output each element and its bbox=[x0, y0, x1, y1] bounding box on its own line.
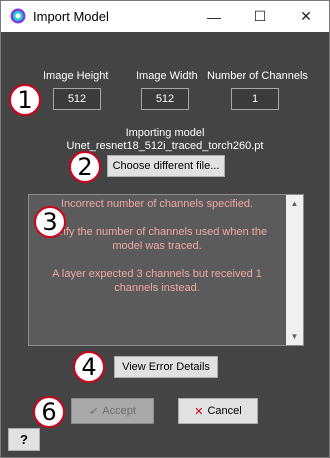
error-line-3: A layer expected 3 channels but received… bbox=[52, 268, 262, 294]
scroll-down-icon[interactable]: ▼ bbox=[286, 328, 303, 345]
error-message-text: Incorrect number of channels specified. … bbox=[31, 197, 283, 309]
vertical-scrollbar[interactable]: ▲ ▼ bbox=[286, 195, 303, 345]
cancel-button[interactable]: ✕ Cancel bbox=[178, 398, 258, 424]
minimize-button[interactable]: — bbox=[191, 1, 237, 32]
callout-4: 4 bbox=[73, 351, 105, 383]
num-channels-field[interactable]: 1 bbox=[231, 88, 279, 110]
error-message-box[interactable]: Incorrect number of channels specified. … bbox=[28, 194, 304, 346]
cancel-x-icon: ✕ bbox=[194, 405, 204, 418]
image-width-field[interactable]: 512 bbox=[141, 88, 189, 110]
help-button[interactable]: ? bbox=[8, 428, 40, 451]
help-icon: ? bbox=[20, 432, 28, 447]
close-icon: ✕ bbox=[300, 8, 312, 24]
maximize-icon: ☐ bbox=[253, 8, 267, 24]
minimize-icon: — bbox=[207, 8, 221, 25]
choose-file-label: Choose different file... bbox=[112, 160, 220, 172]
cancel-label: Cancel bbox=[207, 405, 242, 417]
window-title: Import Model bbox=[33, 9, 109, 24]
image-height-label: Image Height bbox=[43, 70, 109, 82]
view-error-label: View Error Details bbox=[122, 361, 210, 373]
importing-heading: Importing model bbox=[125, 127, 205, 139]
import-model-dialog: Import Model — ☐ ✕ Image Height Image Wi… bbox=[0, 0, 330, 458]
accept-button[interactable]: ✔ Accept bbox=[71, 398, 154, 424]
image-height-field[interactable]: 512 bbox=[53, 88, 101, 110]
close-button[interactable]: ✕ bbox=[283, 1, 329, 32]
model-filename: Unet_resnet18_512i_traced_torch260.pt bbox=[66, 140, 264, 152]
app-logo-icon bbox=[10, 8, 26, 24]
image-width-label: Image Width bbox=[136, 70, 198, 82]
error-line-2: Verify the number of channels used when … bbox=[46, 226, 268, 252]
num-channels-label: Number of Channels bbox=[207, 70, 308, 82]
choose-file-button[interactable]: Choose different file... bbox=[107, 155, 225, 177]
maximize-button[interactable]: ☐ bbox=[237, 1, 283, 32]
accept-label: Accept bbox=[102, 405, 136, 417]
view-error-details-button[interactable]: View Error Details bbox=[114, 356, 218, 378]
checkmark-icon: ✔ bbox=[89, 405, 99, 418]
callout-3: 3 bbox=[34, 206, 66, 238]
title-bar: Import Model — ☐ ✕ bbox=[1, 1, 329, 32]
error-line-1: Incorrect number of channels specified. bbox=[61, 198, 253, 210]
scroll-up-icon[interactable]: ▲ bbox=[286, 195, 303, 212]
callout-6: 6 bbox=[33, 396, 65, 428]
callout-2: 2 bbox=[69, 151, 101, 183]
callout-1: 1 bbox=[9, 84, 41, 116]
